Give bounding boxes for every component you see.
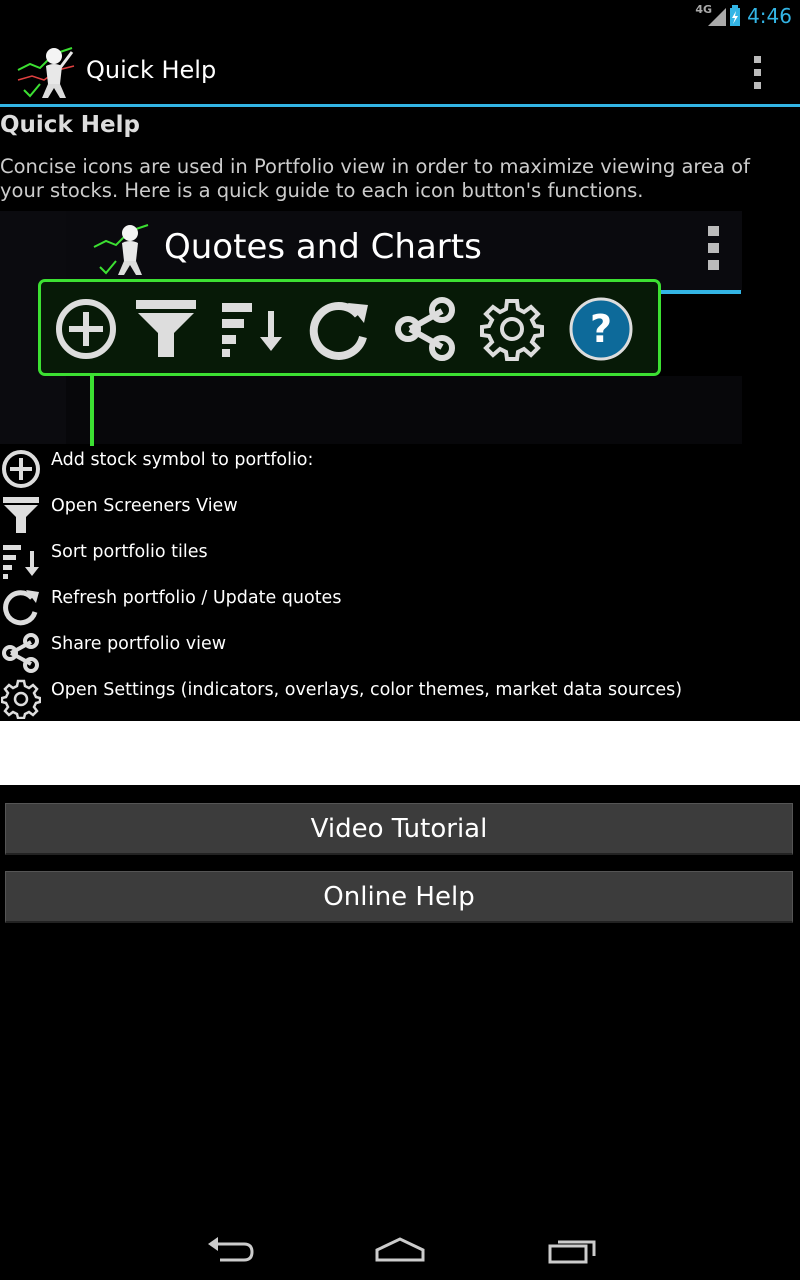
add-circle-icon xyxy=(2,450,40,488)
legend-item-add: Add stock symbol to portfolio: xyxy=(0,447,800,491)
help-heading: Quick Help xyxy=(0,112,140,138)
share-icon xyxy=(2,633,39,673)
app-title: Quick Help xyxy=(86,56,217,84)
signal-icon xyxy=(708,8,726,26)
add-circle-icon xyxy=(56,299,116,359)
overflow-menu-icon[interactable] xyxy=(744,50,772,94)
legend-label: Open Settings (indicators, overlays, col… xyxy=(51,680,683,700)
refresh-icon xyxy=(3,590,39,626)
legend-label: Sort portfolio tiles xyxy=(51,542,208,562)
legend-label: Open Screeners View xyxy=(51,496,238,516)
back-icon[interactable] xyxy=(206,1236,254,1264)
home-icon[interactable] xyxy=(374,1236,426,1264)
filter-icon xyxy=(3,497,39,533)
sort-icon xyxy=(3,545,39,579)
refresh-icon xyxy=(309,302,368,360)
sort-icon xyxy=(222,303,282,357)
action-bar-divider xyxy=(0,104,800,107)
status-bar xyxy=(0,0,800,33)
share-icon xyxy=(395,297,455,361)
legend-label: Share portfolio view xyxy=(51,634,227,654)
preview-title: Quotes and Charts xyxy=(164,227,482,267)
gear-icon xyxy=(480,299,544,361)
clock: 4:46 xyxy=(747,4,792,28)
legend-label: Refresh portfolio / Update quotes xyxy=(51,588,342,608)
help-intro-text: Concise icons are used in Portfolio view… xyxy=(0,155,750,202)
highlight-connector xyxy=(90,374,94,446)
legend-item-refresh: Refresh portfolio / Update quotes xyxy=(0,585,800,629)
online-help-button[interactable]: Online Help xyxy=(5,871,793,923)
battery-icon xyxy=(730,5,740,26)
legend-label: Add stock symbol to portfolio: xyxy=(51,450,314,470)
filter-icon xyxy=(136,300,196,357)
recent-apps-icon[interactable] xyxy=(548,1236,596,1264)
preview-overflow-icon xyxy=(708,226,719,270)
legend-item-screeners: Open Screeners View xyxy=(0,493,800,537)
svg-text:?: ? xyxy=(590,307,612,351)
blank-panel xyxy=(0,721,800,785)
video-tutorial-button[interactable]: Video Tutorial xyxy=(5,803,793,855)
legend-item-share: Share portfolio view xyxy=(0,631,800,675)
preview-logo-icon xyxy=(93,224,149,275)
legend-item-sort: Sort portfolio tiles xyxy=(0,539,800,583)
legend-item-settings: Open Settings (indicators, overlays, col… xyxy=(0,677,800,721)
app-logo-icon[interactable] xyxy=(14,40,80,102)
help-icon: ? xyxy=(569,297,633,361)
gear-icon xyxy=(1,679,41,719)
